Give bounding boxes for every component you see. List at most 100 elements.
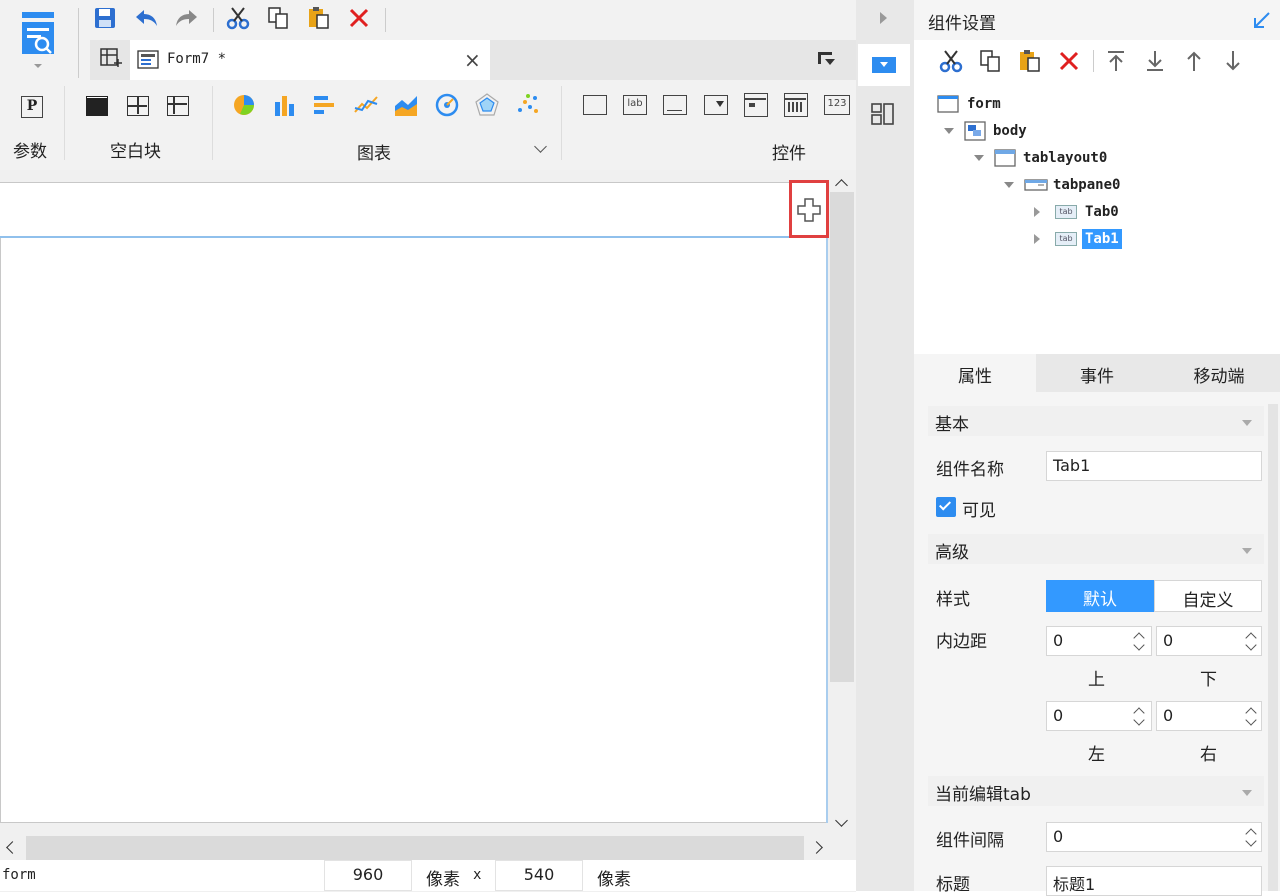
step-down-icon[interactable] xyxy=(1245,835,1257,847)
padding-top-stepper[interactable] xyxy=(1129,626,1149,656)
tab-header-region[interactable] xyxy=(0,183,827,237)
canvas-width-input[interactable]: 960 xyxy=(324,860,412,891)
component-name-input[interactable]: Tab1 xyxy=(1046,451,1262,481)
paste-button[interactable] xyxy=(305,5,331,31)
toolbar-divider xyxy=(1093,50,1094,72)
step-down-icon[interactable] xyxy=(1245,714,1257,726)
tree-node-tab1[interactable]: tab Tab1 xyxy=(1034,228,1122,250)
move-up-button[interactable] xyxy=(1181,48,1207,74)
collapsed-arrow-icon[interactable] xyxy=(1034,207,1040,217)
copy-button[interactable] xyxy=(265,5,291,31)
move-down-button[interactable] xyxy=(1220,48,1246,74)
tree-delete-button[interactable] xyxy=(1056,48,1082,74)
undo-button[interactable] xyxy=(134,5,160,31)
horizontal-scroll-thumb[interactable] xyxy=(26,836,804,860)
save-button[interactable] xyxy=(92,5,118,31)
calendar-control-icon[interactable] xyxy=(784,93,808,117)
tree-node-tablayout0[interactable]: tablayout0 xyxy=(974,147,1107,169)
move-top-button[interactable] xyxy=(1103,48,1129,74)
padding-right-stepper[interactable] xyxy=(1241,701,1261,731)
blank-block-1[interactable] xyxy=(86,96,108,116)
area-chart-icon[interactable] xyxy=(393,92,419,118)
redo-button[interactable] xyxy=(173,5,199,31)
tab-events[interactable]: 事件 xyxy=(1036,354,1158,392)
section-current-tab[interactable]: 当前编辑tab xyxy=(928,776,1264,806)
component-library-toggle[interactable] xyxy=(870,102,896,126)
datepicker-control-icon[interactable] xyxy=(744,93,768,117)
expanded-arrow-icon[interactable] xyxy=(974,155,984,161)
add-tab-button[interactable] xyxy=(795,196,823,224)
textbox-control-icon[interactable] xyxy=(663,95,687,115)
redo-icon xyxy=(176,10,197,26)
canvas-height-input[interactable]: 540 xyxy=(495,860,583,891)
cut-button[interactable] xyxy=(225,5,251,31)
tree-node-tab0[interactable]: tab Tab0 xyxy=(1034,201,1119,223)
tab-mobile[interactable]: 移动端 xyxy=(1158,354,1280,392)
tree-cut-button[interactable] xyxy=(938,48,964,74)
panel-scrollbar[interactable] xyxy=(1268,404,1278,891)
number-control-icon[interactable]: 123 xyxy=(824,95,850,115)
component-gap-stepper[interactable] xyxy=(1241,822,1261,852)
padding-bottom-stepper[interactable] xyxy=(1241,626,1261,656)
collapse-panel-icon[interactable] xyxy=(880,12,887,24)
tab-properties[interactable]: 属性 xyxy=(914,354,1036,392)
close-tab-icon[interactable]: × xyxy=(464,48,481,72)
scatter-chart-icon[interactable] xyxy=(515,92,541,118)
scroll-left-icon[interactable] xyxy=(6,841,19,854)
section-advanced[interactable]: 高级 xyxy=(928,534,1264,564)
section-basic[interactable]: 基本 xyxy=(928,406,1264,436)
tree-node-form[interactable]: form xyxy=(936,93,1001,115)
component-gap-input[interactable]: 0 xyxy=(1046,822,1262,852)
tab-grid-button[interactable] xyxy=(98,46,128,74)
line-chart-icon[interactable] xyxy=(353,92,379,118)
scroll-down-icon[interactable] xyxy=(835,814,848,827)
scroll-right-icon[interactable] xyxy=(810,841,823,854)
step-down-icon[interactable] xyxy=(1133,639,1145,651)
tree-node-body[interactable]: body xyxy=(944,120,1027,142)
radar-chart-icon[interactable] xyxy=(474,92,500,118)
delete-button[interactable] xyxy=(346,5,372,31)
step-down-icon[interactable] xyxy=(1133,714,1145,726)
bar-chart-icon[interactable] xyxy=(272,92,298,118)
button-control-icon[interactable] xyxy=(583,95,607,115)
horizontal-scrollbar[interactable] xyxy=(0,836,856,860)
tree-node-tabpane0[interactable]: tabpane0 xyxy=(1004,174,1120,196)
tab-node-icon: tab xyxy=(1055,205,1077,219)
visible-checkbox[interactable] xyxy=(936,497,956,517)
vertical-scrollbar[interactable] xyxy=(830,170,854,838)
collapsed-arrow-icon[interactable] xyxy=(1034,234,1040,244)
panel-pin-button[interactable] xyxy=(1252,10,1272,30)
tab-list-button[interactable] xyxy=(816,50,840,72)
template-menu-button[interactable] xyxy=(18,8,58,76)
scroll-up-icon[interactable] xyxy=(835,179,848,192)
copy-icon xyxy=(268,7,288,29)
param-button[interactable]: P xyxy=(21,96,43,118)
pie-chart-icon[interactable] xyxy=(232,92,258,118)
style-default-option[interactable]: 默认 xyxy=(1046,580,1154,612)
tree-copy-button[interactable] xyxy=(977,48,1003,74)
unit-label-2: 像素 xyxy=(597,870,631,890)
tab-title-input[interactable]: 标题1 xyxy=(1046,866,1262,896)
blank-block-3[interactable] xyxy=(167,96,189,116)
bottom-caption: 下 xyxy=(1200,670,1217,690)
style-custom-option[interactable]: 自定义 xyxy=(1154,580,1262,612)
component-settings-toggle[interactable] xyxy=(858,44,910,86)
tab-form7[interactable]: Form7 * × xyxy=(130,40,490,80)
blank-block-2[interactable] xyxy=(127,96,149,116)
tab-dropdown-icon xyxy=(818,52,835,65)
horizontal-bar-chart-icon[interactable] xyxy=(312,92,338,118)
label-control-icon[interactable]: lab xyxy=(623,95,647,115)
step-down-icon[interactable] xyxy=(1245,639,1257,651)
tree-paste-button[interactable] xyxy=(1016,48,1042,74)
combobox-control-icon[interactable] xyxy=(704,95,728,115)
design-canvas[interactable] xyxy=(0,182,828,823)
gauge-chart-icon[interactable] xyxy=(434,92,460,118)
vertical-scroll-thumb[interactable] xyxy=(830,192,854,682)
expanded-arrow-icon[interactable] xyxy=(1004,182,1014,188)
move-bottom-button[interactable] xyxy=(1142,48,1168,74)
padding-left-stepper[interactable] xyxy=(1129,701,1149,731)
title-label: 标题 xyxy=(936,875,970,895)
add-tab-icon xyxy=(797,198,821,222)
move-to-bottom-icon xyxy=(1147,51,1163,71)
expanded-arrow-icon[interactable] xyxy=(944,128,954,134)
